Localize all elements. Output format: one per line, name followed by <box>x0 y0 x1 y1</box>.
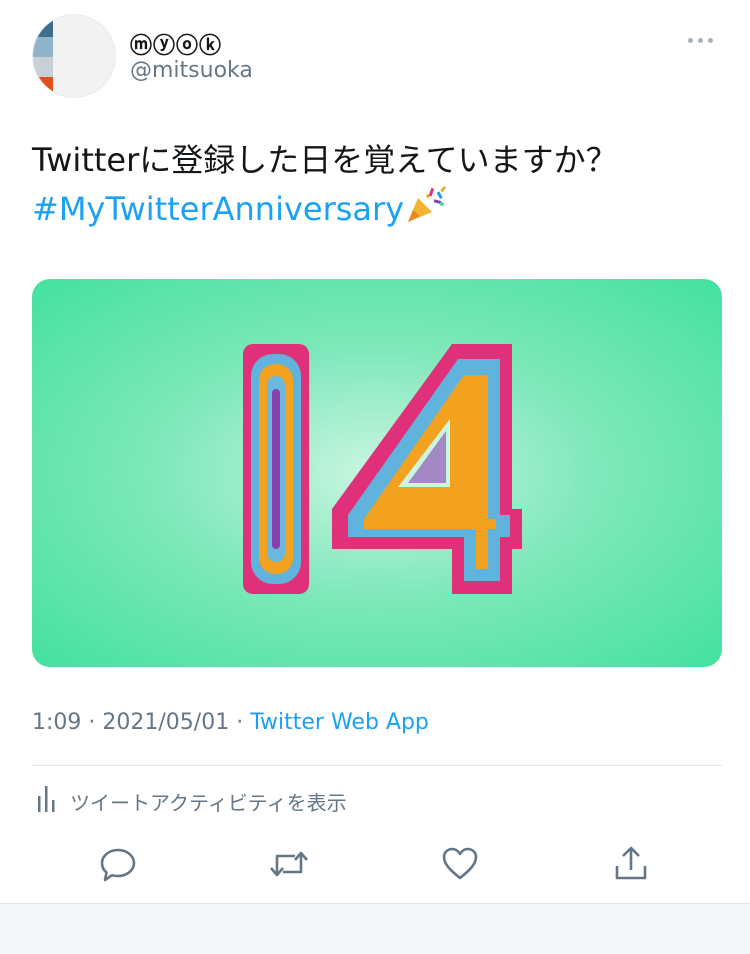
avatar-stripe <box>33 57 53 77</box>
reply-icon[interactable] <box>94 840 142 888</box>
tweet-action-bar <box>0 840 750 888</box>
tweet-meta: 1:09 · 2021/05/01 · Twitter Web App <box>32 710 429 735</box>
share-icon[interactable] <box>607 840 655 888</box>
tweet-media-image[interactable] <box>32 279 722 667</box>
digit-four <box>332 344 522 594</box>
display-name[interactable]: ⓜⓨⓞⓚ <box>130 28 222 60</box>
avatar[interactable] <box>32 14 116 98</box>
tweet-text: Twitterに登録した日を覚えていますか？ #MyTwitterAnniver… <box>32 136 618 233</box>
activity-label: ツイートアクティビティを表示 <box>70 791 347 815</box>
digit-one <box>243 344 309 594</box>
more-options-icon[interactable] <box>688 38 713 43</box>
avatar-stripe <box>33 37 53 57</box>
bottom-bar <box>0 903 750 954</box>
separator: · <box>236 710 244 735</box>
hashtag-link[interactable]: #MyTwitterAnniversary <box>32 190 404 228</box>
separator: · <box>88 710 96 735</box>
tweet-activity-button[interactable]: ツイートアクティビティを表示 <box>36 784 347 819</box>
anniversary-number-graphic <box>243 344 522 594</box>
tweet-time[interactable]: 1:09 <box>32 710 81 735</box>
avatar-stripe <box>33 77 53 97</box>
tweet-source-link[interactable]: Twitter Web App <box>250 710 429 735</box>
divider <box>32 765 722 766</box>
tweet-body: Twitterに登録した日を覚えていますか？ <box>32 141 618 179</box>
party-popper-icon <box>404 186 448 228</box>
analytics-icon <box>36 784 58 819</box>
user-handle[interactable]: @mitsuoka <box>130 58 253 83</box>
like-icon[interactable] <box>436 840 484 888</box>
tweet-date[interactable]: 2021/05/01 <box>102 710 229 735</box>
avatar-stripe <box>33 15 53 37</box>
retweet-icon[interactable] <box>265 840 313 888</box>
